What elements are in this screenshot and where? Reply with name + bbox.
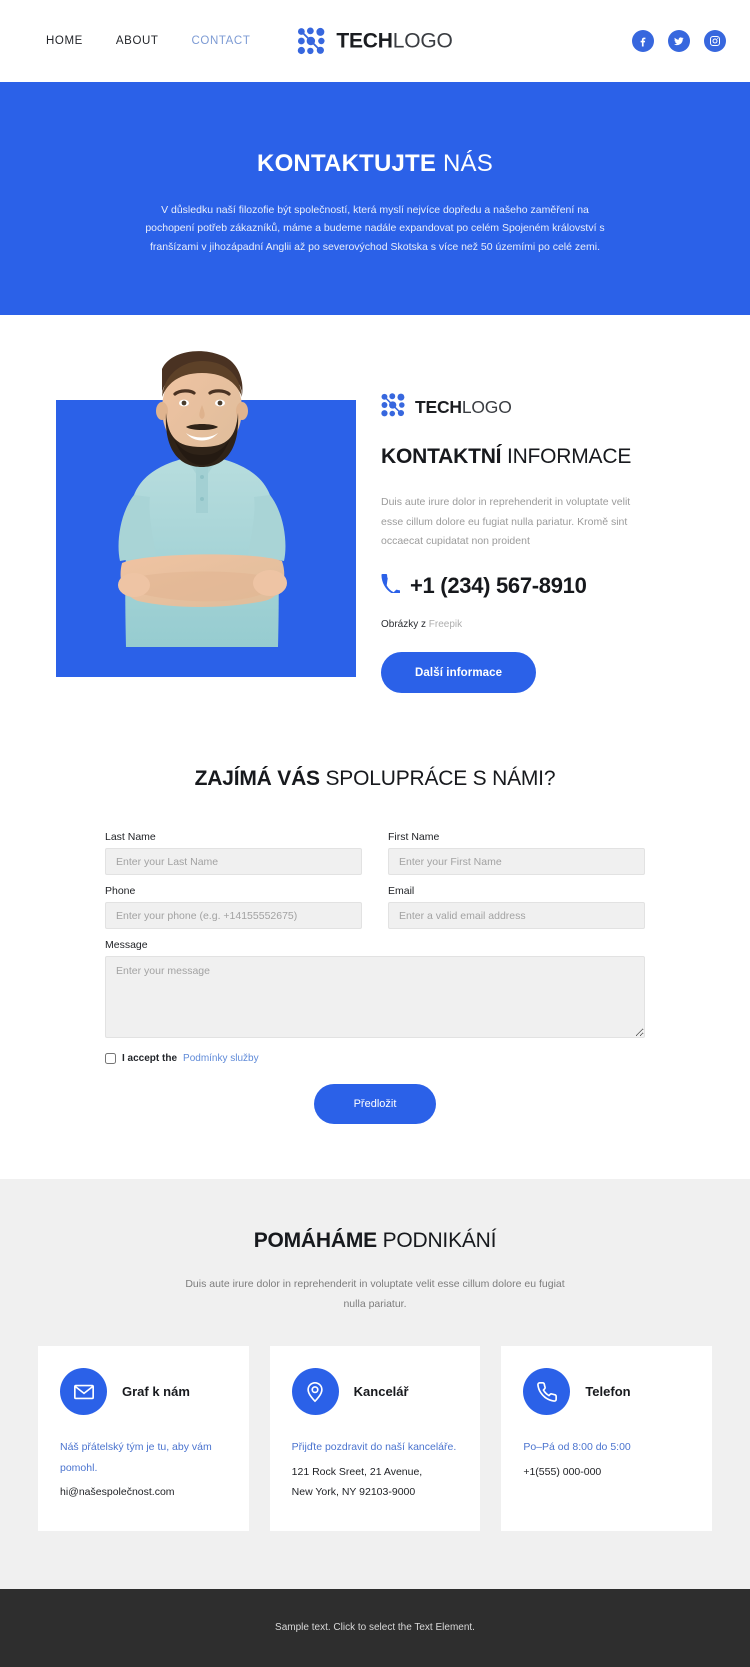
- phone-icon: [523, 1368, 571, 1416]
- nav-link-contact[interactable]: CONTACT: [192, 35, 251, 47]
- field-phone: Phone: [105, 885, 362, 930]
- hero-title-light: NÁS: [443, 150, 493, 177]
- contact-info-paragraph: Duis aute irure dolor in reprehenderit i…: [381, 496, 631, 548]
- contact-info-column: TECHLOGO KONTAKTNÍ INFORMACE Duis aute i…: [381, 347, 704, 694]
- nav-link-about[interactable]: ABOUT: [116, 35, 159, 47]
- contact-brand-light: LOGO: [461, 396, 512, 417]
- card-detail-phone[interactable]: +1(555) 000-000: [523, 1462, 690, 1482]
- phone-input[interactable]: [105, 902, 362, 930]
- label-last-name: Last Name: [105, 831, 156, 844]
- card-detail-office-line1: 121 Rock Sreet, 21 Avenue,: [291, 1465, 423, 1478]
- phone-row[interactable]: +1 (234) 567-8910: [381, 573, 704, 599]
- brand-text-light: LOGO: [392, 29, 453, 53]
- image-credit-prefix: Obrázky z: [381, 619, 427, 631]
- card-lead-office: Přijďte pozdravit do naší kanceláře.: [291, 1441, 457, 1454]
- form-title-light: SPOLUPRÁCE S NÁMI?: [325, 767, 556, 791]
- card-header: Graf k nám: [60, 1368, 227, 1416]
- accept-terms-text: I accept the: [122, 1053, 178, 1065]
- contact-photo-column: [46, 347, 356, 693]
- nav-link-home[interactable]: HOME: [46, 35, 83, 47]
- footer-text[interactable]: Sample text. Click to select the Text El…: [275, 1622, 475, 1633]
- help-title: POMÁHÁME PODNIKÁNÍ: [38, 1229, 712, 1253]
- field-email: Email: [388, 885, 645, 930]
- label-phone: Phone: [105, 885, 136, 898]
- submit-button[interactable]: Předložit: [313, 1084, 437, 1125]
- accept-terms-checkbox[interactable]: [105, 1053, 116, 1065]
- help-title-bold: POMÁHÁME: [253, 1229, 377, 1253]
- logo-dots-icon: [297, 27, 327, 55]
- brand-text: TECHLOGO: [336, 31, 452, 52]
- card-lead-email: Náš přátelský tým je tu, aby vám pomohl.: [60, 1441, 212, 1474]
- hero-title-bold: KONTAKTUJTE: [257, 150, 437, 177]
- brand-logo[interactable]: TECHLOGO: [297, 27, 453, 55]
- terms-of-service-link[interactable]: Podmínky služby: [183, 1053, 259, 1064]
- hero-title: KONTAKTUJTE NÁS: [0, 150, 750, 179]
- card-detail-office-line2: New York, NY 92103-9000: [291, 1486, 416, 1499]
- card-email: Graf k nám Náš přátelský tým je tu, aby …: [38, 1346, 249, 1531]
- contact-form: Last Name First Name Phone Email Message…: [105, 831, 645, 1125]
- social-links: [632, 30, 726, 52]
- main-navigation: HOME ABOUT CONTACT: [46, 35, 250, 47]
- field-last-name: Last Name: [105, 831, 362, 876]
- help-subtitle: Duis aute irure dolor in reprehenderit i…: [185, 1278, 565, 1310]
- card-lead-phone: Po–Pá od 8:00 do 5:00: [523, 1441, 631, 1454]
- label-message: Message: [105, 939, 148, 952]
- accept-terms-row: I accept the Podmínky služby: [105, 1053, 645, 1065]
- map-pin-icon: [291, 1368, 339, 1416]
- email-input[interactable]: [388, 902, 645, 930]
- logo-dots-icon: [381, 393, 407, 422]
- field-first-name: First Name: [388, 831, 645, 876]
- hero-section: KONTAKTUJTE NÁS V důsledku naší filozofi…: [0, 82, 750, 315]
- instagram-icon[interactable]: [704, 30, 726, 52]
- person-photo: [118, 351, 287, 647]
- hero-paragraph: V důsledku naší filozofie být společnost…: [145, 203, 605, 253]
- contact-form-section: ZAJÍMÁ VÁS SPOLUPRÁCE S NÁMI? Last Name …: [0, 745, 750, 1180]
- card-title-email: Graf k nám: [122, 1384, 190, 1400]
- brand-text-bold: TECH: [336, 29, 393, 53]
- help-title-light: PODNIKÁNÍ: [382, 1229, 497, 1253]
- form-grid: Last Name First Name Phone Email: [105, 831, 645, 939]
- contact-brand-text: TECHLOGO: [415, 396, 512, 417]
- help-section: POMÁHÁME PODNIKÁNÍ Duis aute irure dolor…: [0, 1179, 750, 1589]
- contact-info-title: KONTAKTNÍ INFORMACE: [381, 444, 704, 469]
- card-header: Telefon: [523, 1368, 690, 1416]
- card-title-office: Kancelář: [353, 1384, 409, 1400]
- form-title: ZAJÍMÁ VÁS SPOLUPRÁCE S NÁMI?: [0, 767, 750, 791]
- last-name-input[interactable]: [105, 848, 362, 876]
- phone-number: +1 (234) 567-8910: [410, 573, 587, 599]
- card-header: Kancelář: [291, 1368, 459, 1416]
- image-credit-source[interactable]: Freepik: [429, 619, 462, 630]
- phone-icon: [381, 574, 402, 598]
- envelope-icon: [60, 1368, 107, 1416]
- message-textarea[interactable]: [105, 956, 645, 1039]
- label-email: Email: [388, 885, 415, 898]
- contact-brand-logo: TECHLOGO: [381, 393, 704, 422]
- contact-info-section: TECHLOGO KONTAKTNÍ INFORMACE Duis aute i…: [0, 315, 750, 746]
- help-cards: Graf k nám Náš přátelský tým je tu, aby …: [38, 1346, 712, 1531]
- field-message: Message: [105, 939, 645, 1043]
- twitter-icon[interactable]: [668, 30, 690, 52]
- contact-brand-bold: TECH: [415, 396, 462, 417]
- contact-info-title-light: INFORMACE: [506, 445, 632, 468]
- facebook-icon[interactable]: [632, 30, 654, 52]
- card-office: Kancelář Přijďte pozdravit do naší kance…: [269, 1346, 481, 1531]
- contact-info-title-bold: KONTAKTNÍ: [381, 445, 502, 468]
- card-detail-email[interactable]: hi@našespolečnost.com: [60, 1482, 227, 1502]
- card-title-phone: Telefon: [585, 1384, 631, 1400]
- card-phone: Telefon Po–Pá od 8:00 do 5:00 +1(555) 00…: [501, 1346, 712, 1531]
- form-title-bold: ZAJÍMÁ VÁS: [194, 767, 320, 791]
- label-first-name: First Name: [388, 831, 440, 844]
- site-footer: Sample text. Click to select the Text El…: [0, 1588, 750, 1667]
- site-header: HOME ABOUT CONTACT TECHLOGO: [0, 0, 750, 82]
- image-credit: Obrázky z Freepik: [381, 619, 704, 630]
- submit-row: Předložit: [105, 1084, 645, 1125]
- first-name-input[interactable]: [388, 848, 645, 876]
- more-info-button[interactable]: Další informace: [381, 652, 537, 694]
